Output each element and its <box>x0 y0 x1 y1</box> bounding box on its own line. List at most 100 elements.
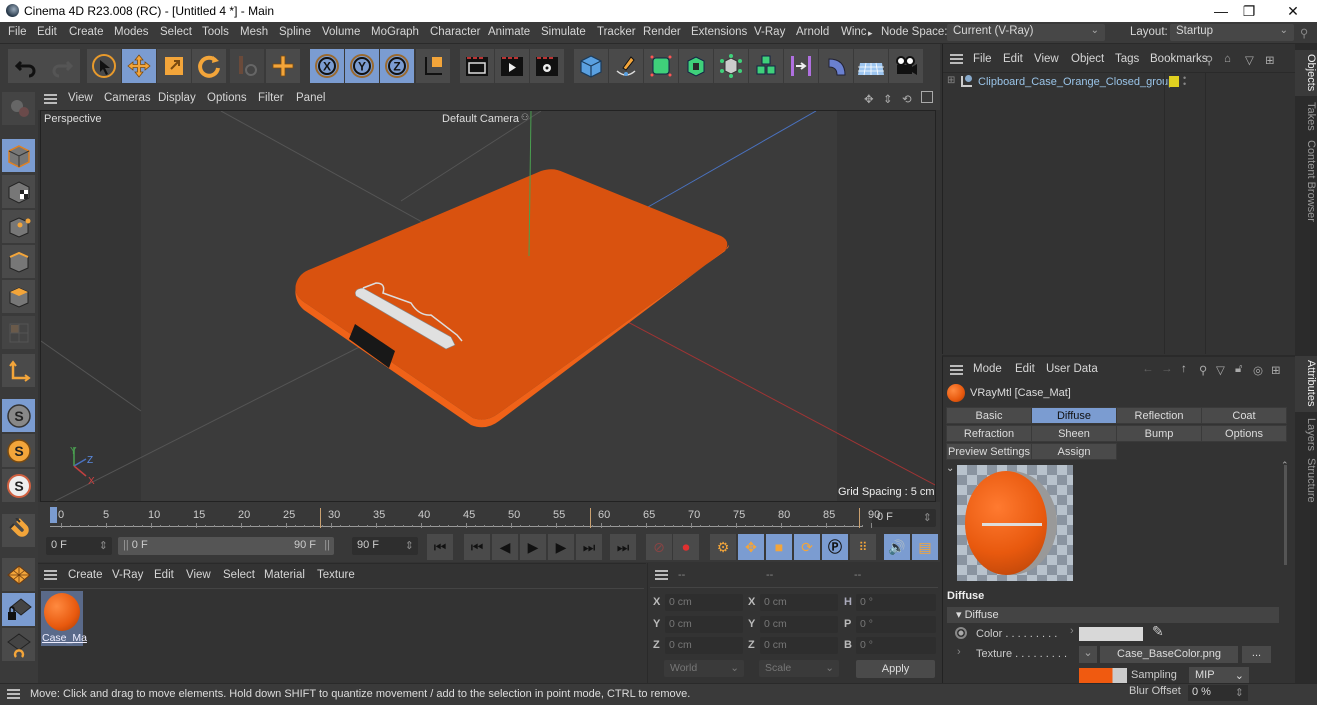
render-settings-button[interactable] <box>530 49 564 83</box>
menu-create[interactable]: Create <box>69 26 104 38</box>
stepper-icon[interactable]: ⇕ <box>1235 686 1244 699</box>
attr-menu-mode[interactable]: Mode <box>973 363 1002 375</box>
render-view-button[interactable] <box>460 49 494 83</box>
material-menu-view[interactable]: View <box>186 569 211 581</box>
live-selection-button[interactable] <box>87 49 121 83</box>
eyedropper-icon[interactable]: ✎ <box>1152 623 1164 640</box>
node-space-dropdown[interactable]: Current (V-Ray) ⌄ <box>947 24 1105 41</box>
menu-animate[interactable]: Animate <box>488 26 530 38</box>
keyframe-selection-button[interactable]: ⚙ <box>710 534 736 560</box>
new-panel-icon[interactable]: ⊞ <box>1265 53 1275 67</box>
rotate-view-icon[interactable]: ⟲ <box>902 92 912 106</box>
texture-file-button[interactable]: Case_BaseColor.png <box>1100 646 1238 663</box>
render-to-picture-viewer-button[interactable] <box>495 49 529 83</box>
points-mode-button[interactable] <box>2 210 35 243</box>
tab-coat[interactable]: Coat <box>1201 407 1287 424</box>
tweak-mode-button[interactable] <box>2 514 35 547</box>
snap-settings-button[interactable]: S <box>2 434 35 467</box>
menu-spline[interactable]: Spline <box>279 26 311 38</box>
attr-menu-user-data[interactable]: User Data <box>1046 363 1098 375</box>
menu-file[interactable]: File <box>8 26 27 38</box>
tab-diffuse[interactable]: Diffuse <box>1031 407 1117 424</box>
back-arrow-icon[interactable]: ← <box>1142 363 1154 375</box>
y-axis-toggle[interactable]: Y <box>345 49 379 83</box>
material-swatch[interactable]: Case_Ma <box>41 591 87 646</box>
play-button[interactable]: ▶ <box>520 534 546 560</box>
expand-icon[interactable]: ⊞ <box>947 75 955 86</box>
go-to-start-button[interactable]: ⏮ <box>427 534 453 560</box>
menu-overflow-arrow-icon[interactable]: ▸ <box>868 28 873 39</box>
edges-mode-button[interactable] <box>2 245 35 278</box>
coordinate-mode-dropdown[interactable]: World ⌄ <box>664 660 744 677</box>
model-mode-button[interactable] <box>2 139 35 172</box>
material-menu-material[interactable]: Material <box>264 569 305 581</box>
object-menu-file[interactable]: File <box>973 53 992 65</box>
floor-button[interactable] <box>854 49 888 83</box>
start-frame-field[interactable]: 0 F ⇕ <box>46 537 112 555</box>
minimize-button[interactable]: — <box>1206 2 1236 20</box>
collapse-preview-icon[interactable]: ⌄ <box>946 463 954 474</box>
tab-refraction[interactable]: Refraction <box>946 425 1032 442</box>
tab-options[interactable]: Options <box>1201 425 1287 442</box>
pen-button[interactable] <box>609 49 643 83</box>
filter-icon[interactable]: ▽ <box>1216 363 1225 377</box>
redo-button[interactable] <box>44 49 80 83</box>
scale-button[interactable] <box>157 49 191 83</box>
object-row[interactable]: ⊞ Clipboard_Case_Orange_Closed_group • • <box>943 73 1296 92</box>
home-icon[interactable]: ⌂ <box>1224 53 1231 65</box>
scroll-up-icon[interactable]: ⌃ <box>1281 460 1289 471</box>
pos-y-field[interactable]: 0 cm <box>665 616 743 633</box>
next-frame-button[interactable]: ▶ <box>548 534 574 560</box>
hamburger-menu-icon[interactable] <box>44 94 57 104</box>
key-scale-button[interactable]: ■ <box>766 534 792 560</box>
visibility-dots-icon[interactable]: • • <box>1183 74 1186 89</box>
locked-workplane-button[interactable] <box>2 593 35 626</box>
search-icon[interactable]: ⚲ <box>1199 363 1207 377</box>
sampling-dropdown[interactable]: MIP ⌄ <box>1189 667 1249 684</box>
texture-browse-button[interactable]: ... <box>1242 646 1271 663</box>
key-point-level-button[interactable]: ⠿ <box>850 534 876 560</box>
menu-tools[interactable]: Tools <box>202 26 229 38</box>
tab-preview-settings[interactable]: Preview Settings <box>946 443 1032 460</box>
pan-view-icon[interactable]: ✥ <box>864 92 874 106</box>
frame-range-slider[interactable]: || 0 F 90 F || <box>118 537 334 555</box>
mograph-button[interactable] <box>749 49 783 83</box>
attr-menu-edit[interactable]: Edit <box>1015 363 1035 375</box>
apply-button[interactable]: Apply <box>856 660 935 678</box>
forward-arrow-icon[interactable]: → <box>1161 363 1173 375</box>
menu-select[interactable]: Select <box>160 26 192 38</box>
layout-dropdown[interactable]: Startup ⌄ <box>1170 24 1294 41</box>
menu-mesh[interactable]: Mesh <box>240 26 268 38</box>
side-tab-attributes[interactable]: Attributes <box>1295 356 1317 412</box>
menu-arnold[interactable]: Arnold <box>796 26 829 38</box>
side-tab-layers[interactable]: Layers <box>1295 414 1317 452</box>
auto-keying-button[interactable]: ⏺ <box>673 534 699 560</box>
new-panel-icon[interactable]: ⊞ <box>1271 363 1281 377</box>
side-tab-content-browser[interactable]: Content Browser <box>1295 136 1317 226</box>
viewport-menu-options[interactable]: Options <box>207 92 247 104</box>
tab-bump[interactable]: Bump <box>1116 425 1202 442</box>
size-mode-dropdown[interactable]: Scale ⌄ <box>759 660 839 677</box>
object-menu-bookmarks[interactable]: Bookmarks <box>1150 53 1208 65</box>
z-axis-toggle[interactable]: Z <box>380 49 414 83</box>
size-y-field[interactable]: 0 cm <box>760 616 838 633</box>
layer-color-tag[interactable] <box>1169 76 1179 87</box>
object-menu-view[interactable]: View <box>1034 53 1059 65</box>
coordinate-system-button[interactable] <box>416 49 450 83</box>
object-menu-tags[interactable]: Tags <box>1115 53 1139 65</box>
stepper-icon[interactable]: ⇕ <box>99 539 108 552</box>
viewport-menu-panel[interactable]: Panel <box>296 92 325 104</box>
menu-simulate[interactable]: Simulate <box>541 26 586 38</box>
rot-p-field[interactable]: 0 ° <box>856 616 936 633</box>
make-editable-button[interactable] <box>2 92 35 125</box>
material-menu-vray[interactable]: V-Ray <box>112 569 143 581</box>
up-arrow-icon[interactable]: ↑ <box>1181 363 1187 375</box>
rot-b-field[interactable]: 0 ° <box>856 637 936 654</box>
size-z-field[interactable]: 0 cm <box>760 637 838 654</box>
extrude-button[interactable] <box>679 49 713 83</box>
viewport-menu-display[interactable]: Display <box>158 92 196 104</box>
enable-axis-button[interactable] <box>2 354 35 387</box>
menu-window[interactable]: Winc <box>841 26 867 38</box>
material-name[interactable]: Case_Ma <box>42 632 87 644</box>
object-menu-object[interactable]: Object <box>1071 53 1104 65</box>
